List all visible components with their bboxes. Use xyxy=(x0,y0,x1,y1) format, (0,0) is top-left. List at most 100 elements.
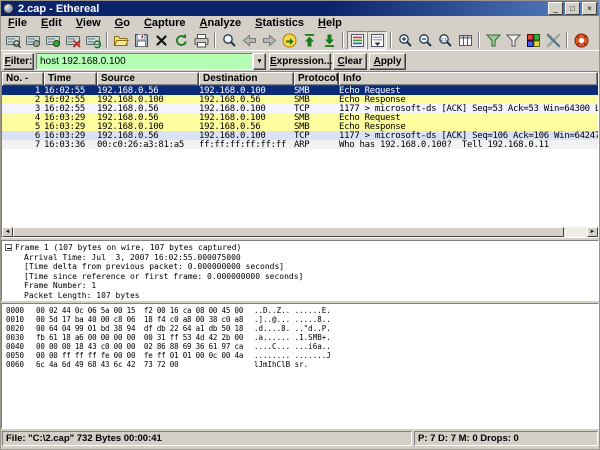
hex-bytes[interactable]: 6c 4a 6d 49 68 43 6c 42 73 72 00 xyxy=(36,360,254,369)
details-line[interactable]: [Time delta from previous packet: 0.0000… xyxy=(2,262,598,272)
toolbar-separator xyxy=(478,32,480,48)
details-line[interactable]: Frame 1 (107 bytes on wire, 107 bytes ca… xyxy=(2,243,598,253)
toolbar-back-icon[interactable] xyxy=(239,31,259,50)
hex-bytes[interactable]: 00 00 00 18 43 c0 00 00 02 86 88 69 36 6… xyxy=(36,342,254,351)
window-title: 2.cap - Ethereal xyxy=(18,3,548,15)
toolbar-goto-packet-icon[interactable] xyxy=(279,31,299,50)
hex-offset: 0010 xyxy=(2,315,36,324)
toolbar-goto-bottom-icon[interactable] xyxy=(319,31,339,50)
packet-details-pane: Frame 1 (107 bytes on wire, 107 bytes ca… xyxy=(1,240,599,301)
toolbar-auto-scroll-icon[interactable] xyxy=(367,31,387,50)
hex-bytes[interactable]: 00 5d 17 ba 40 00 c8 06 18 f4 c0 a8 00 3… xyxy=(36,315,254,324)
apply-button[interactable]: Apply xyxy=(369,53,406,70)
filter-dropdown-arrow-icon[interactable]: ▾ xyxy=(253,53,266,70)
column-header-destination[interactable]: Destination xyxy=(199,72,294,86)
details-line[interactable]: Frame Number: 1 xyxy=(2,281,598,291)
toolbar-capture-filter-icon[interactable] xyxy=(483,31,503,50)
clear-button[interactable]: Clear xyxy=(333,53,367,70)
hex-ascii[interactable]: ........ .......J xyxy=(254,351,598,360)
toolbar-colorize-icon[interactable] xyxy=(347,31,367,50)
column-header-time[interactable]: Time xyxy=(44,72,97,86)
column-header-protocol[interactable]: Protocol xyxy=(294,72,339,86)
hex-bytes[interactable]: 00 64 04 99 01 bd 38 94 df db 22 64 a1 d… xyxy=(36,324,254,333)
hex-ascii[interactable]: ....C... ...i6a.. xyxy=(254,342,598,351)
toolbar-reload-icon[interactable] xyxy=(171,31,191,50)
minimize-button[interactable]: _ xyxy=(548,2,563,15)
toolbar-separator xyxy=(106,32,108,48)
toolbar-interfaces-icon[interactable] xyxy=(3,31,23,50)
toolbar-capture-start-icon[interactable] xyxy=(43,31,63,50)
filter-input[interactable] xyxy=(36,53,253,70)
menu-analyze[interactable]: Analyze xyxy=(193,17,249,29)
hex-line[interactable]: 0050 00 00 ff ff ff fe 00 00 fe ff 01 01… xyxy=(2,351,598,360)
packet-row[interactable]: 616:03:29192.168.0.56 192.168.0.100TCP11… xyxy=(2,131,598,140)
menu-view[interactable]: View xyxy=(69,17,108,29)
hex-ascii[interactable]: .d....8. .."d..P. xyxy=(254,324,598,333)
toolbar-find-icon[interactable] xyxy=(219,31,239,50)
menu-edit[interactable]: Edit xyxy=(34,17,69,29)
toolbar-goto-top-icon[interactable] xyxy=(299,31,319,50)
toolbar-coloring-rules-icon[interactable] xyxy=(523,31,543,50)
maximize-button[interactable]: □ xyxy=(565,2,580,15)
hex-ascii[interactable]: ..D..Z.. ......E. xyxy=(254,306,598,315)
svg-text:1:1: 1:1 xyxy=(440,36,447,41)
hex-ascii[interactable]: lJmIhClB sr. xyxy=(254,360,598,369)
hex-line[interactable]: 0060 6c 4a 6d 49 68 43 6c 42 73 72 00 lJ… xyxy=(2,360,598,369)
packet-row[interactable]: 216:02:55192.168.0.100 192.168.0.56SMBEc… xyxy=(2,95,598,104)
collapse-expander-icon[interactable] xyxy=(5,244,12,251)
packet-row[interactable]: 316:02:55192.168.0.56 192.168.0.100TCP11… xyxy=(2,104,598,113)
filter-button[interactable]: Filter: xyxy=(3,53,34,70)
packet-row[interactable]: 416:03:29192.168.0.56 192.168.0.100SMBEc… xyxy=(2,113,598,122)
toolbar-print-icon[interactable] xyxy=(191,31,211,50)
titlebar[interactable]: 2.cap - Ethereal _ □ × xyxy=(1,1,599,16)
toolbar-separator xyxy=(390,32,392,48)
toolbar-zoom-100-icon[interactable]: 1:1 xyxy=(435,31,455,50)
menu-statistics[interactable]: Statistics xyxy=(248,17,311,29)
scrollbar-thumb[interactable] xyxy=(13,227,564,237)
details-line[interactable]: Packet Length: 107 bytes xyxy=(2,291,598,301)
toolbar-help-icon[interactable] xyxy=(571,31,591,50)
hex-line[interactable]: 0010 00 5d 17 ba 40 00 c8 06 18 f4 c0 a8… xyxy=(2,315,598,324)
menu-go[interactable]: Go xyxy=(108,17,137,29)
hex-bytes[interactable]: fb 61 18 a6 00 00 00 00 00 31 ff 53 4d 4… xyxy=(36,333,254,342)
menu-capture[interactable]: Capture xyxy=(137,17,193,29)
hex-bytes[interactable]: 00 02 44 0c 06 5a 00 15 f2 00 16 ca 08 0… xyxy=(36,306,254,315)
toolbar-zoom-in-icon[interactable] xyxy=(395,31,415,50)
toolbar-open-icon[interactable] xyxy=(111,31,131,50)
scroll-right-icon[interactable]: ► xyxy=(587,227,598,237)
toolbar-capture-restart-icon[interactable] xyxy=(83,31,103,50)
status-file-info: File: "C:\2.cap" 732 Bytes 00:00:41 xyxy=(2,431,412,446)
expression-button[interactable]: Expression... xyxy=(269,53,331,70)
hex-line[interactable]: 0000 00 02 44 0c 06 5a 00 15 f2 00 16 ca… xyxy=(2,306,598,315)
column-header-info[interactable]: Info xyxy=(339,72,598,86)
column-header-no[interactable]: No. - xyxy=(2,72,44,86)
horizontal-scrollbar[interactable]: ◄ ► xyxy=(2,227,598,237)
close-button[interactable]: × xyxy=(582,2,597,15)
hex-ascii[interactable]: .]..@... .....8.. xyxy=(254,315,598,324)
toolbar-resize-columns-icon[interactable] xyxy=(455,31,475,50)
column-header-source[interactable]: Source xyxy=(97,72,199,86)
packet-row[interactable]: 116:02:55192.168.0.56 192.168.0.100SMBEc… xyxy=(2,86,598,95)
toolbar-close-icon[interactable] xyxy=(151,31,171,50)
toolbar-capture-options-icon[interactable] xyxy=(23,31,43,50)
hex-line[interactable]: 0030 fb 61 18 a6 00 00 00 00 00 31 ff 53… xyxy=(2,333,598,342)
toolbar-zoom-out-icon[interactable] xyxy=(415,31,435,50)
menu-help[interactable]: Help xyxy=(311,17,349,29)
details-line[interactable]: [Time since reference or first frame: 0.… xyxy=(2,272,598,282)
status-bar: File: "C:\2.cap" 732 Bytes 00:00:41 P: 7… xyxy=(1,431,599,446)
packet-row[interactable]: 716:03:3600:c0:26:a3:81:a5 ff:ff:ff:ff:f… xyxy=(2,140,598,149)
hex-ascii[interactable]: .a...... .1.SMB+. xyxy=(254,333,598,342)
hex-line[interactable]: 0020 00 64 04 99 01 bd 38 94 df db 22 64… xyxy=(2,324,598,333)
toolbar-capture-stop-icon[interactable] xyxy=(63,31,83,50)
hex-line[interactable]: 0040 00 00 00 18 43 c0 00 00 02 86 88 69… xyxy=(2,342,598,351)
scroll-left-icon[interactable]: ◄ xyxy=(2,227,13,237)
hex-bytes[interactable]: 00 00 ff ff ff fe 00 00 fe ff 01 01 00 0… xyxy=(36,351,254,360)
menu-file[interactable]: File xyxy=(1,17,34,29)
packet-row[interactable]: 516:03:29192.168.0.100 192.168.0.56SMBEc… xyxy=(2,122,598,131)
toolbar-display-filter-icon[interactable] xyxy=(503,31,523,50)
packet-list-pane: No. -TimeSourceDestinationProtocolInfo 1… xyxy=(1,71,599,238)
details-line[interactable]: Arrival Time: Jul 3, 2007 16:02:55.00007… xyxy=(2,253,598,263)
toolbar-preferences-icon[interactable] xyxy=(543,31,563,50)
toolbar-forward-icon[interactable] xyxy=(259,31,279,50)
toolbar-save-icon[interactable] xyxy=(131,31,151,50)
